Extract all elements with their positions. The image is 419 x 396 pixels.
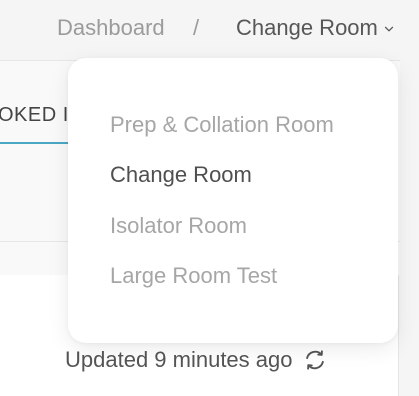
refresh-icon[interactable] — [301, 346, 329, 374]
room-selector-button[interactable]: Change Room — [236, 12, 394, 44]
menu-item-isolator-room[interactable]: Isolator Room — [110, 213, 247, 239]
breadcrumb-separator: / — [193, 15, 200, 40]
breadcrumb-dashboard-link[interactable]: Dashboard — [57, 15, 165, 41]
chevron-down-icon — [384, 24, 394, 34]
menu-item-prep-collation-room[interactable]: Prep & Collation Room — [110, 112, 334, 138]
breadcrumb: Dashboard / Change Room — [0, 0, 419, 56]
updated-text: Updated 9 minutes ago — [65, 347, 293, 372]
tab-booked-label: OKED II — [0, 104, 75, 126]
menu-item-large-room-test[interactable]: Large Room Test — [110, 263, 277, 289]
menu-item-change-room[interactable]: Change Room — [110, 162, 252, 188]
updated-status: Updated 9 minutes ago — [65, 346, 329, 374]
room-dropdown-menu: Prep & Collation Room Change Room Isolat… — [68, 58, 398, 343]
room-selector-label: Change Room — [236, 15, 378, 40]
